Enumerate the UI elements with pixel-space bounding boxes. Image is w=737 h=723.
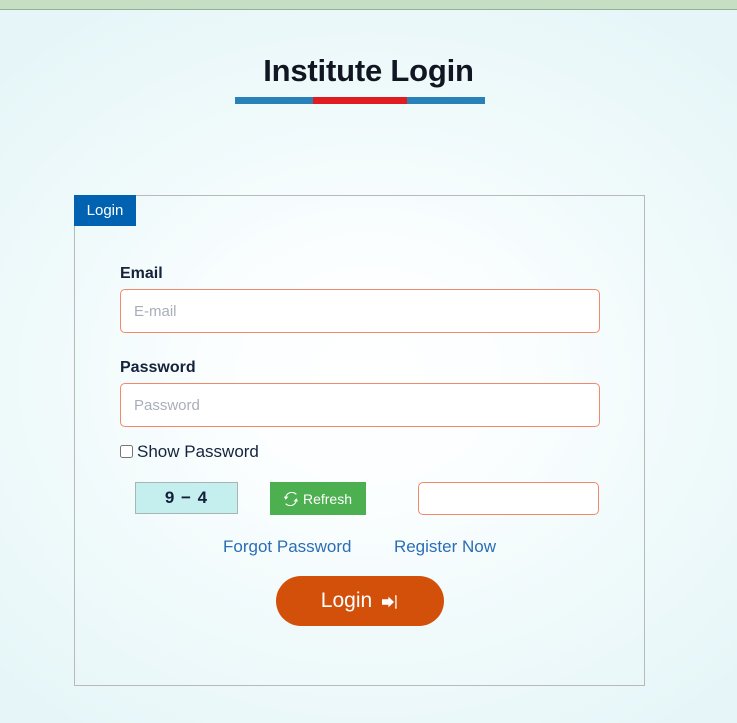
tab-login[interactable]: Login — [74, 195, 136, 226]
captcha-row: 9 − 4 Refresh — [135, 482, 615, 516]
top-green-band — [0, 0, 737, 10]
refresh-captcha-button[interactable]: Refresh — [270, 482, 366, 515]
register-now-link[interactable]: Register Now — [394, 537, 496, 557]
divider-segment-blue-left — [235, 97, 313, 104]
login-card: Login Email Password Show Password 9 − 4 — [74, 195, 645, 686]
password-input[interactable] — [120, 383, 600, 427]
login-button-wrap: Login — [75, 576, 644, 626]
show-password-row[interactable]: Show Password — [120, 442, 259, 461]
sign-in-icon — [380, 593, 398, 611]
refresh-button-label: Refresh — [302, 490, 353, 507]
show-password-checkbox[interactable] — [120, 445, 133, 458]
captcha-code: 9 − 4 — [135, 482, 238, 514]
email-label: Email — [120, 265, 163, 282]
captcha-answer-input[interactable] — [418, 482, 599, 515]
links-row: Forgot Password Register Now — [75, 537, 644, 557]
login-button-label: Login — [320, 589, 373, 612]
refresh-icon — [283, 491, 298, 506]
login-page: Institute Login Login Email Password Sho… — [0, 0, 737, 723]
password-label: Password — [120, 359, 196, 376]
divider-segment-red — [313, 97, 407, 104]
login-submit-button[interactable]: Login — [275, 576, 444, 626]
page-title: Institute Login — [263, 53, 474, 88]
email-input[interactable] — [120, 289, 600, 333]
forgot-password-link[interactable]: Forgot Password — [223, 537, 352, 557]
show-password-label: Show Password — [137, 442, 259, 461]
divider-segment-blue-right — [407, 97, 485, 104]
title-divider — [235, 97, 485, 104]
